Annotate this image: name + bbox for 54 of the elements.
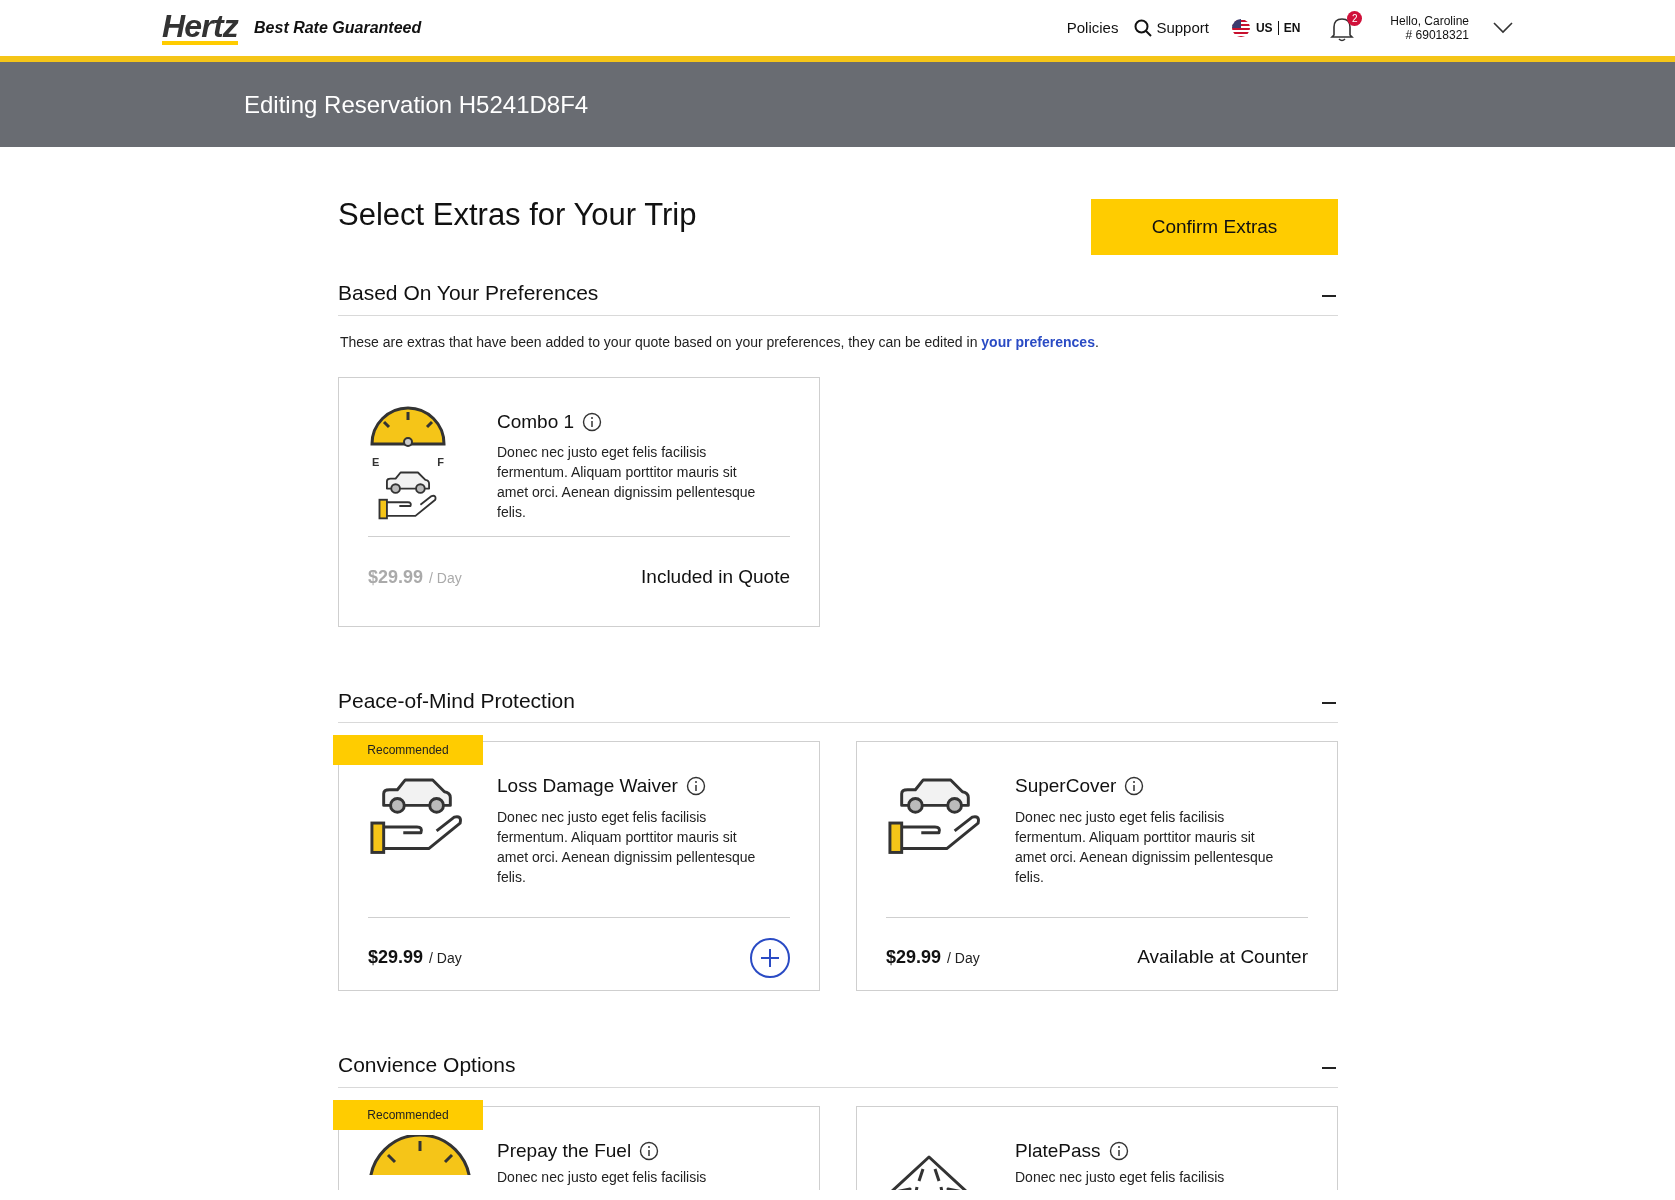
banner-title: Editing Reservation H5241D8F4 bbox=[244, 89, 589, 120]
tagline: Best Rate Guaranteed bbox=[254, 18, 422, 38]
extra-description: Donec nec justo eget felis facilisis fermentum. Aliquam porttitor mauris sit amet orci. Aenean dignissim pellentesque felis. bbox=[497, 807, 757, 887]
section-heading: Convience Options bbox=[338, 1052, 516, 1078]
user-greeting: Hello, Caroline bbox=[1390, 14, 1469, 28]
extra-description: Donec nec justo eget felis facilisis bbox=[497, 1168, 708, 1187]
extra-title: PlatePass bbox=[1015, 1138, 1101, 1163]
info-icon[interactable] bbox=[1108, 1140, 1129, 1161]
confirm-extras-button[interactable]: Confirm Extras bbox=[1091, 199, 1338, 255]
extra-title: Combo 1 bbox=[497, 409, 575, 434]
page-title: Select Extras for Your Trip bbox=[338, 196, 697, 234]
price-unit: / Day bbox=[429, 568, 462, 588]
minus-icon[interactable] bbox=[1322, 702, 1336, 705]
recommended-badge: Recommended bbox=[333, 735, 483, 765]
availability-status: Included in Quote bbox=[641, 564, 790, 589]
nav-link[interactable]: Support bbox=[1134, 16, 1209, 40]
search-icon bbox=[1134, 19, 1153, 37]
chevron-down-icon[interactable] bbox=[1493, 22, 1513, 34]
recommended-badge: Recommended bbox=[333, 1099, 483, 1130]
price: $29.99 bbox=[886, 946, 942, 969]
minus-icon[interactable] bbox=[1322, 1066, 1336, 1069]
section-heading: Based On Your Preferences bbox=[338, 280, 599, 306]
gauge-label: F bbox=[437, 454, 444, 470]
extra-description: Donec nec justo eget felis facilisis fermentum. Aliquam porttitor mauris sit amet orci. Aenean dignissim pellentesque felis. bbox=[1015, 807, 1275, 887]
price-unit: / Day bbox=[429, 949, 462, 968]
locale-selector[interactable]: US EN bbox=[1230, 18, 1301, 38]
fuel-gauge-icon bbox=[368, 1134, 472, 1175]
add-button[interactable] bbox=[750, 937, 790, 978]
member-number: # 69018321 bbox=[1405, 28, 1469, 42]
preferences-link[interactable]: your preferences bbox=[981, 333, 1095, 350]
price-unit: / Day bbox=[947, 949, 980, 968]
extra-description: Donec nec justo eget felis facilisis bbox=[1015, 1168, 1226, 1187]
extra-title: Prepay the Fuel bbox=[497, 1138, 632, 1163]
info-icon[interactable] bbox=[582, 411, 603, 432]
hertz-logo[interactable]: Hertz bbox=[162, 11, 239, 45]
price: $29.99 bbox=[368, 946, 424, 969]
price: $29.99 bbox=[368, 565, 424, 589]
extra-description: Donec nec justo eget felis facilisis fermentum. Aliquam porttitor mauris sit amet orci. Aenean dignissim pellentesque felis. bbox=[497, 443, 757, 522]
availability-status: Available at Counter bbox=[1137, 945, 1308, 970]
notification-count: 2 bbox=[1347, 11, 1363, 26]
section-description: These are extras that have been added to your quote based on your preferences, they can be edited in your preferences. bbox=[339, 332, 1100, 352]
info-icon[interactable] bbox=[685, 776, 706, 797]
extra-title: SuperCover bbox=[1015, 774, 1117, 798]
extra-title: Loss Damage Waiver bbox=[497, 774, 678, 798]
info-icon[interactable] bbox=[1124, 776, 1145, 797]
plus-icon bbox=[760, 947, 780, 968]
minus-icon[interactable] bbox=[1322, 294, 1336, 297]
notifications-button[interactable]: 2 bbox=[1328, 10, 1365, 46]
gauge-label: E bbox=[372, 454, 380, 470]
section-heading: Peace-of-Mind Protection bbox=[338, 687, 575, 714]
car-on-hand-icon bbox=[377, 470, 439, 521]
nav-link[interactable]: Policies bbox=[1066, 16, 1119, 40]
bell-icon bbox=[1330, 16, 1355, 42]
info-icon[interactable] bbox=[639, 1140, 660, 1161]
